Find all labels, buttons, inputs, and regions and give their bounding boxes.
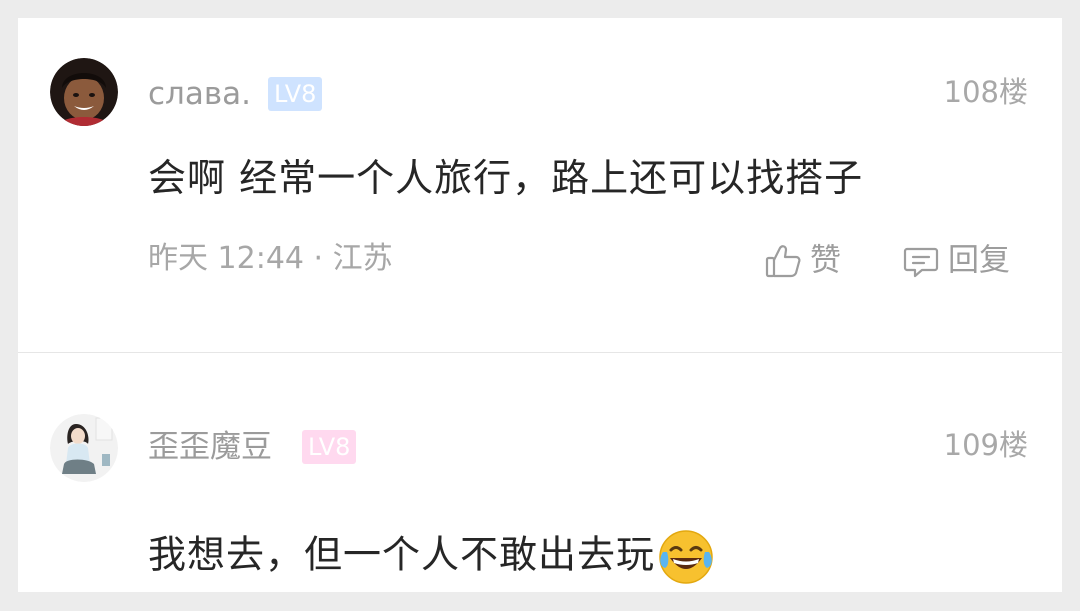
- username[interactable]: 歪歪魔豆: [148, 428, 272, 466]
- reply-button[interactable]: 回复: [902, 240, 1010, 280]
- thumbs-up-icon: [764, 242, 802, 280]
- username[interactable]: слава.: [148, 75, 251, 113]
- like-label: 赞: [810, 242, 841, 279]
- comment-meta: 昨天 12:44 · 江苏: [148, 241, 393, 276]
- comment-item: 歪歪魔豆 LV8 109楼 我想去，但一个人不敢出去玩: [18, 354, 1062, 592]
- level-badge: LV8: [302, 430, 357, 464]
- comment-text: 会啊 经常一个人旅行，路上还可以找搭子: [148, 156, 864, 200]
- like-button[interactable]: 赞: [764, 240, 841, 280]
- tears-of-joy-emoji-icon: [657, 528, 715, 586]
- comment-text-content: 我想去，但一个人不敢出去玩: [148, 532, 656, 577]
- reply-label: 回复: [948, 242, 1010, 279]
- floor-number: 109楼: [943, 428, 1028, 462]
- avatar[interactable]: [50, 58, 118, 126]
- avatar[interactable]: [50, 414, 118, 482]
- reply-bubble-icon: [902, 242, 940, 280]
- comment-text: 我想去，但一个人不敢出去玩: [148, 528, 715, 586]
- level-badge: LV8: [268, 77, 323, 111]
- floor-number: 108楼: [943, 75, 1028, 109]
- comment-item: слава. LV8 108楼 会啊 经常一个人旅行，路上还可以找搭子 昨天 1…: [18, 18, 1062, 352]
- comment-list: слава. LV8 108楼 会啊 经常一个人旅行，路上还可以找搭子 昨天 1…: [18, 18, 1062, 592]
- divider: [18, 352, 1062, 353]
